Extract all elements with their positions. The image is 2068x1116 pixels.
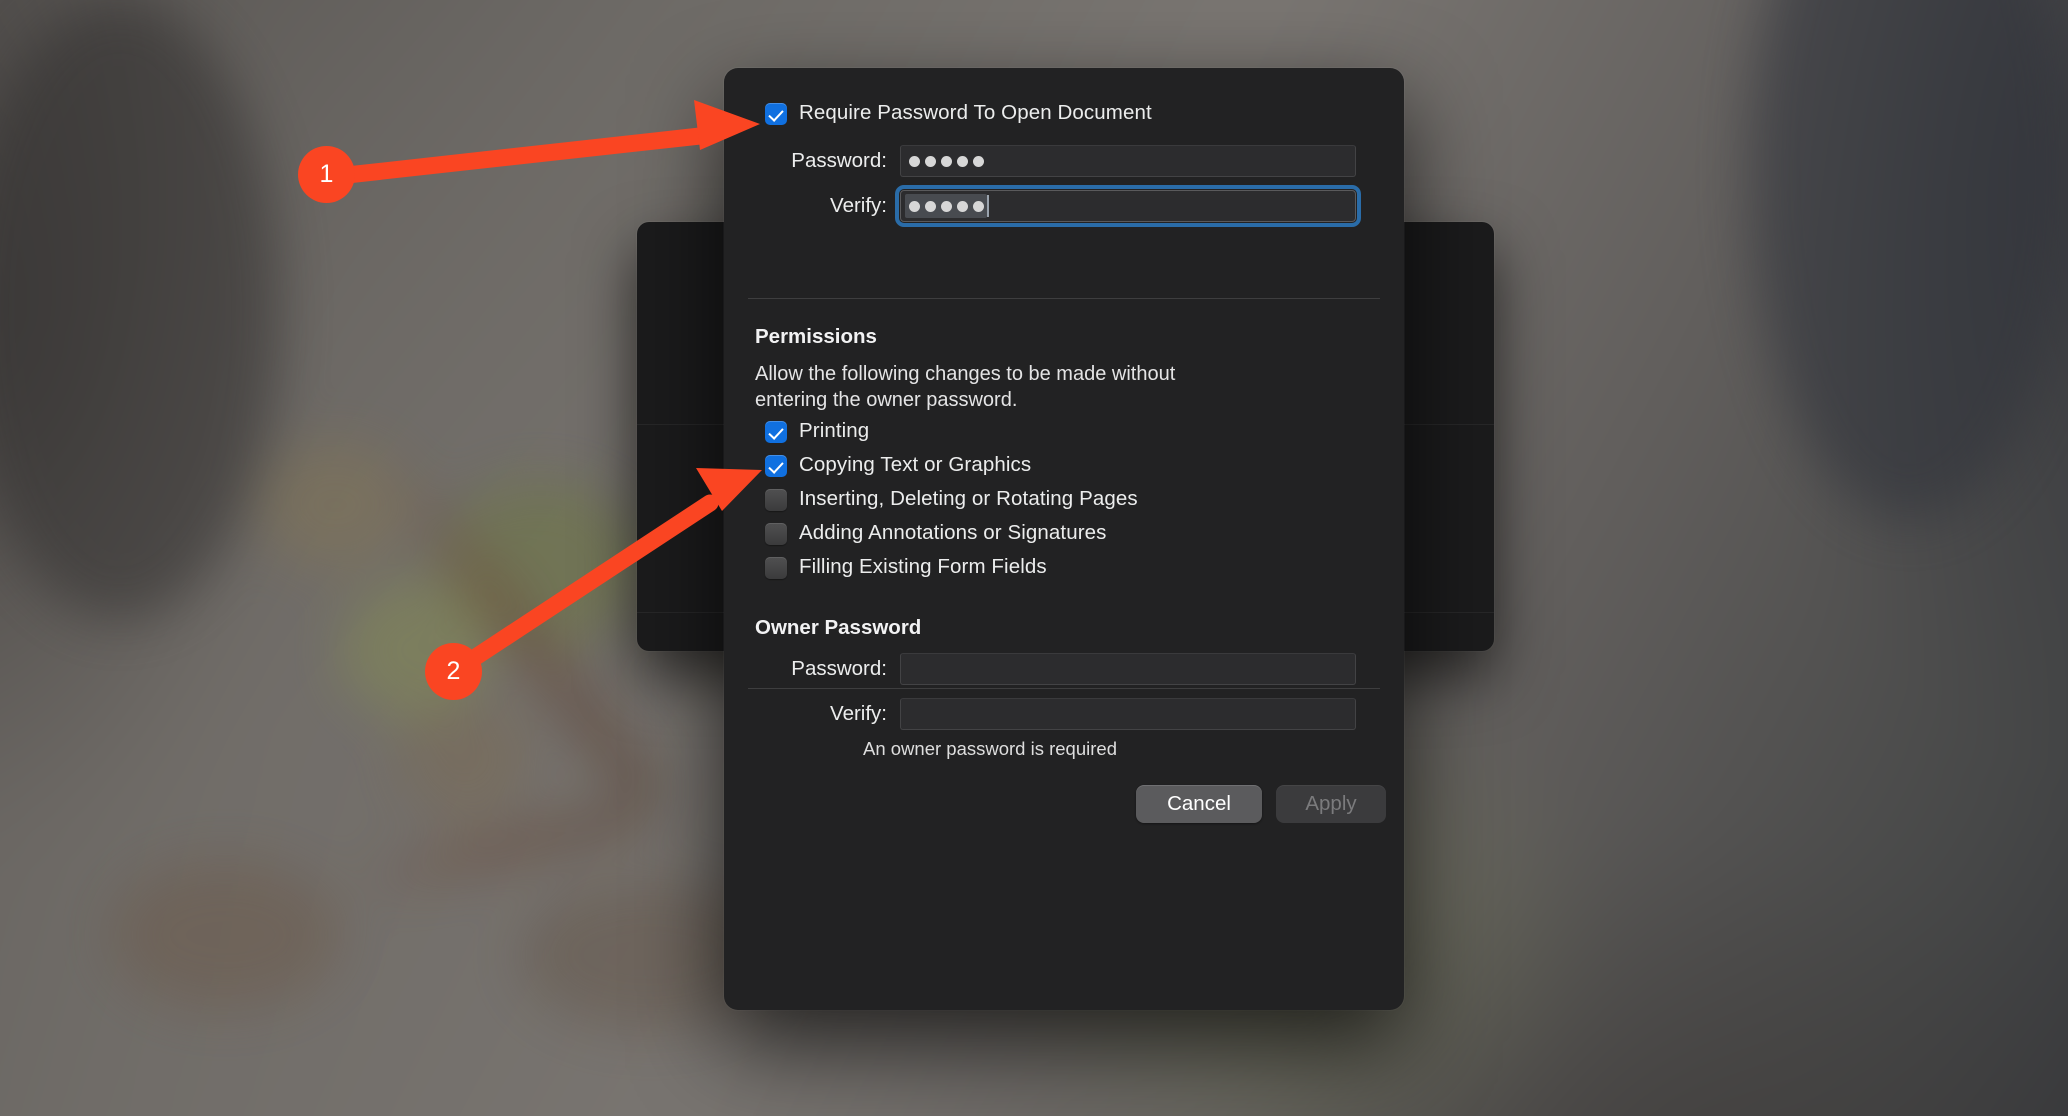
owner-password-label: Password: — [791, 657, 887, 680]
permission-label: Filling Existing Form Fields — [799, 555, 1047, 578]
owner-password-row: Password: — [742, 653, 1356, 685]
form-fields-checkbox[interactable] — [765, 557, 787, 579]
permission-label: Printing — [799, 419, 870, 442]
permission-label: Adding Annotations or Signatures — [799, 521, 1107, 544]
open-password-dots — [909, 155, 984, 167]
owner-password-input[interactable] — [900, 653, 1356, 685]
open-password-row: Password: — [742, 145, 1356, 177]
permission-row-copying[interactable]: Copying Text or Graphics — [765, 453, 1031, 477]
open-verify-row: Verify: — [742, 185, 1361, 227]
require-password-label: Require Password To Open Document — [799, 101, 1152, 124]
open-password-label: Password: — [791, 149, 887, 172]
permissions-title: Permissions — [755, 325, 877, 348]
owner-password-title: Owner Password — [755, 616, 922, 639]
permissions-description: Allow the following changes to be made w… — [755, 363, 1176, 411]
require-password-checkbox[interactable] — [765, 103, 787, 125]
permission-row-inserting[interactable]: Inserting, Deleting or Rotating Pages — [765, 487, 1138, 511]
require-password-row[interactable]: Require Password To Open Document — [765, 101, 1152, 125]
annotations-checkbox[interactable] — [765, 523, 787, 545]
open-verify-label: Verify: — [830, 194, 887, 217]
owner-verify-input[interactable] — [900, 698, 1356, 730]
permission-row-annotations[interactable]: Adding Annotations or Signatures — [765, 521, 1107, 545]
inserting-checkbox[interactable] — [765, 489, 787, 511]
document-security-dialog: Require Password To Open Document Passwo… — [724, 68, 1404, 1010]
permission-label: Copying Text or Graphics — [799, 453, 1032, 476]
printing-checkbox[interactable] — [765, 421, 787, 443]
divider-permissions — [748, 298, 1380, 299]
permission-row-printing[interactable]: Printing — [765, 419, 869, 443]
permission-label: Inserting, Deleting or Rotating Pages — [799, 487, 1138, 510]
open-verify-dots — [909, 200, 984, 212]
divider-owner — [748, 688, 1380, 689]
owner-password-required-note: An owner password is required — [863, 738, 1117, 759]
copying-checkbox[interactable] — [765, 455, 787, 477]
open-password-input[interactable] — [900, 145, 1356, 177]
text-caret — [987, 195, 989, 217]
apply-button[interactable]: Apply — [1276, 785, 1386, 823]
owner-verify-row: Verify: — [742, 698, 1356, 730]
open-verify-input[interactable] — [895, 185, 1361, 227]
owner-verify-label: Verify: — [830, 702, 887, 725]
cancel-button[interactable]: Cancel — [1136, 785, 1262, 823]
permission-row-form-fields[interactable]: Filling Existing Form Fields — [765, 555, 1047, 579]
